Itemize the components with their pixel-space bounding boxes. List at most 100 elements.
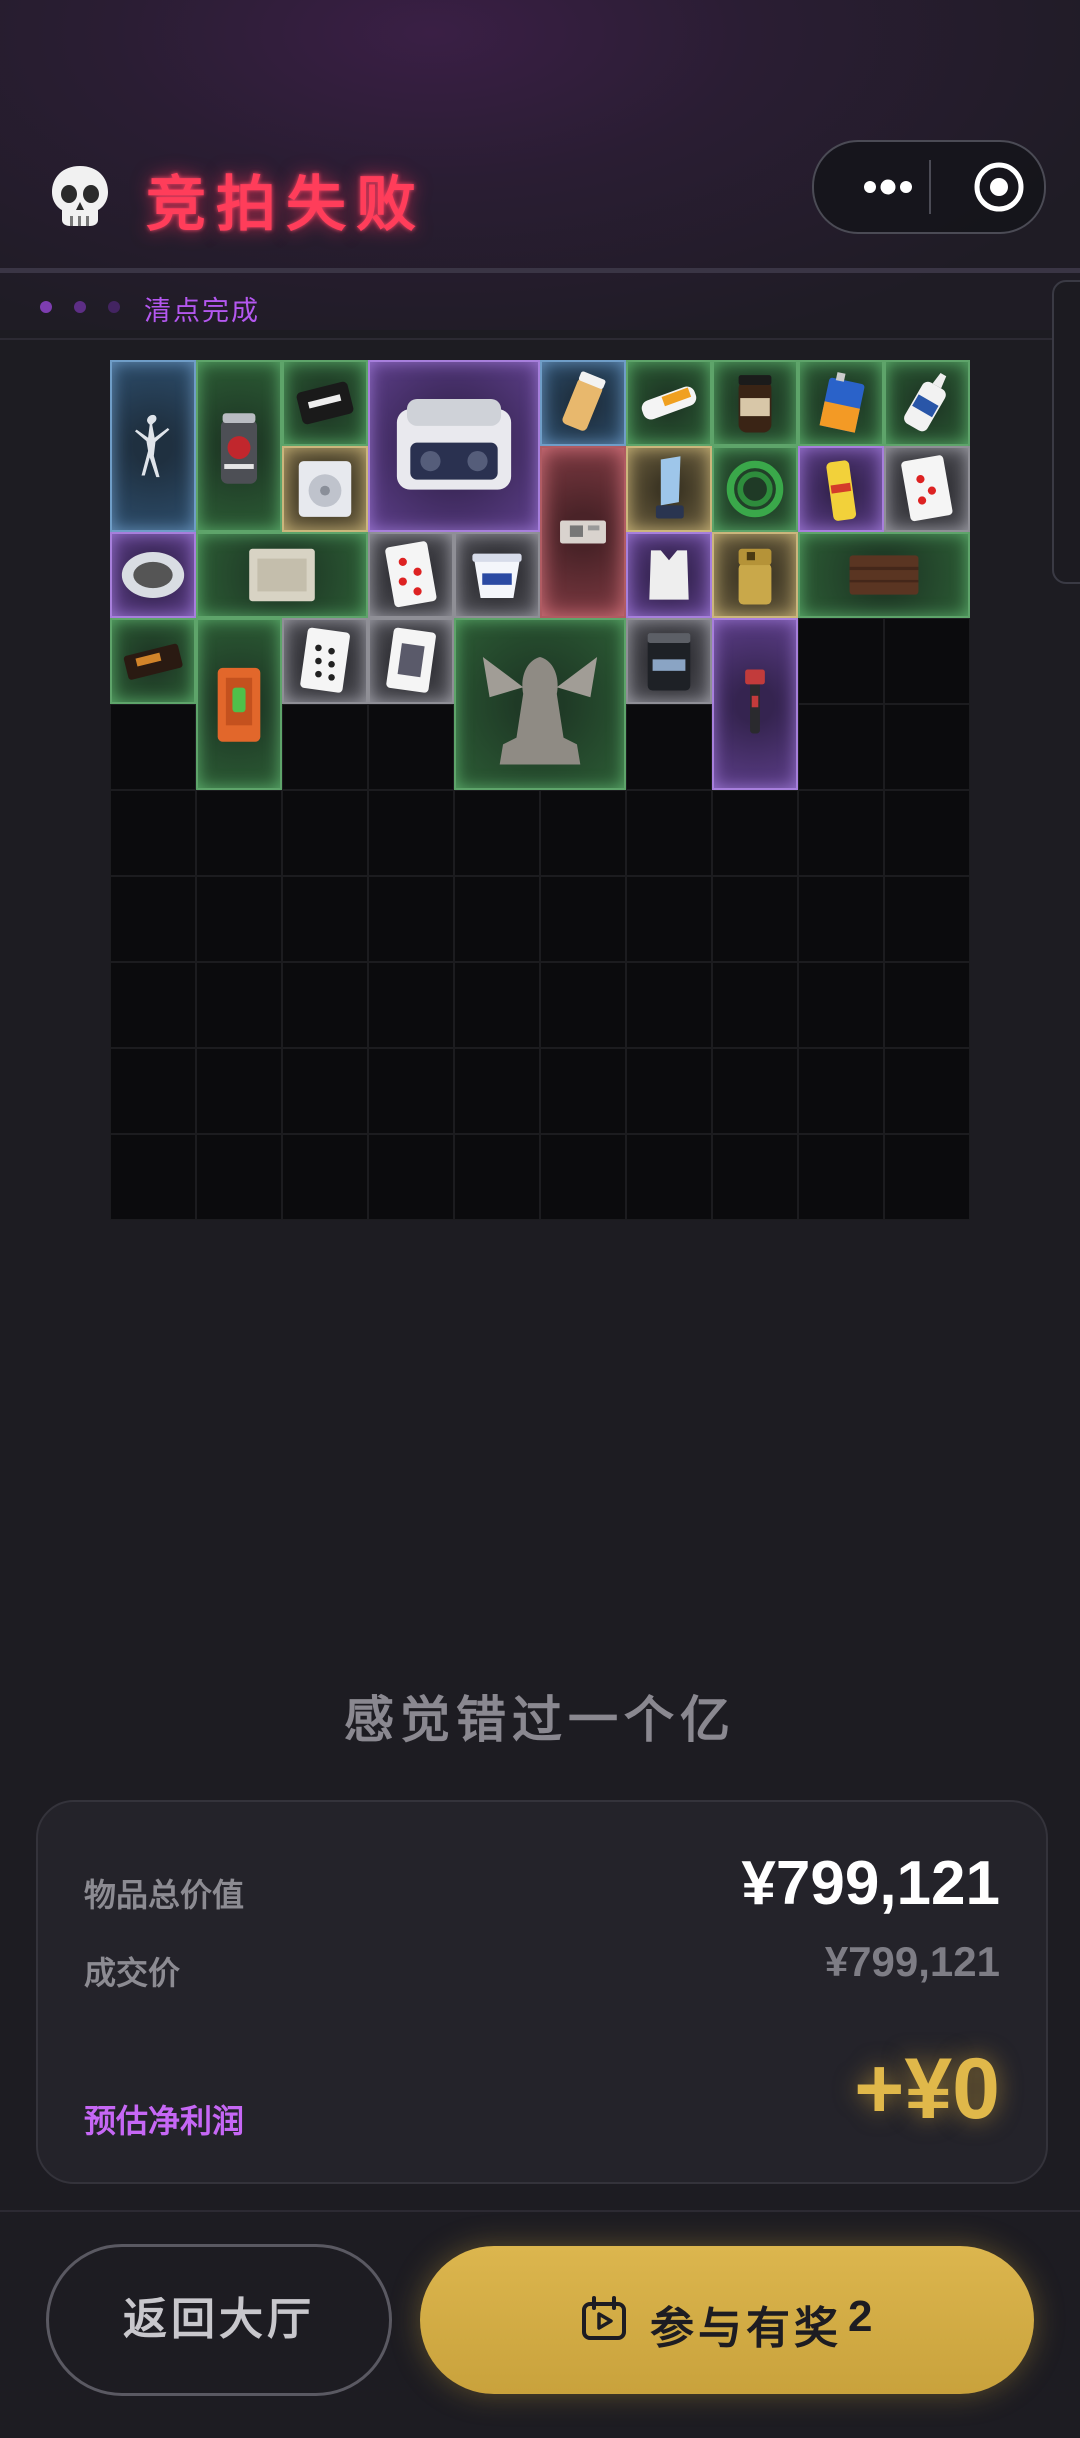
energy-drink-can-icon	[220, 413, 258, 484]
grid-cell	[196, 790, 282, 876]
item-oval-plate[interactable]	[110, 532, 196, 618]
progress-dot	[74, 301, 86, 313]
grid-cell	[884, 790, 970, 876]
grid-cell	[282, 790, 368, 876]
grid-cell	[712, 1048, 798, 1134]
grid-cell	[110, 704, 196, 790]
grid-cell	[626, 876, 712, 962]
header-divider	[0, 268, 1080, 273]
grid-cell	[884, 704, 970, 790]
protein-tub-icon	[647, 633, 691, 691]
grid-cell	[196, 1134, 282, 1220]
item-lighter[interactable]	[712, 532, 798, 618]
power-bank-icon	[641, 386, 697, 420]
back-to-lobby-button[interactable]: 返回大厅	[46, 2244, 392, 2396]
grid-cell	[884, 1048, 970, 1134]
grid-cell	[282, 1048, 368, 1134]
item-pill-bottle[interactable]	[540, 360, 626, 446]
item-cd-drive[interactable]	[282, 446, 368, 532]
item-playing-card-spades[interactable]	[282, 618, 368, 704]
grid-cell	[282, 1134, 368, 1220]
item-lab-machine[interactable]	[368, 360, 540, 532]
grid-cell	[626, 790, 712, 876]
item-playing-card-hearts[interactable]	[884, 446, 970, 532]
grid-cell	[798, 876, 884, 962]
result-subtitle: 感觉错过一个亿	[344, 1691, 736, 1749]
playing-card-spades-icon	[300, 627, 350, 693]
item-orange-device[interactable]	[196, 618, 282, 790]
grid-cell	[196, 876, 282, 962]
item-playing-card-face[interactable]	[368, 618, 454, 704]
item-protein-tub[interactable]	[626, 618, 712, 704]
item-vest[interactable]	[626, 532, 712, 618]
item-yellow-can[interactable]	[798, 446, 884, 532]
vest-icon	[649, 550, 689, 600]
grid-cell	[798, 1134, 884, 1220]
item-circuit-module[interactable]	[540, 446, 626, 618]
footer-divider	[0, 2210, 1080, 2212]
grid-cell	[196, 962, 282, 1048]
item-green-cable[interactable]	[712, 446, 798, 532]
glue-bottle-icon	[904, 372, 947, 432]
deal-price-amount: ¥799,121	[824, 1938, 1000, 1985]
progress-dot	[40, 301, 52, 313]
grid-cell	[368, 876, 454, 962]
grid-cell	[454, 962, 540, 1048]
join-reward-button[interactable]: 参与有奖 2	[420, 2246, 1034, 2394]
grid-cell	[712, 876, 798, 962]
target-close-icon[interactable]	[954, 142, 1044, 232]
grid-cell	[712, 790, 798, 876]
item-ballerina-figurine[interactable]	[110, 360, 196, 532]
grid-cell	[798, 1048, 884, 1134]
capsule-divider	[929, 160, 931, 214]
total-value-label: 物品总价值	[84, 1876, 245, 1914]
ballerina-figurine-icon	[134, 414, 170, 478]
wooden-plank-icon	[849, 555, 919, 595]
lighter-icon	[738, 548, 772, 605]
inventory-grid	[110, 360, 970, 1220]
grid-cell	[540, 1048, 626, 1134]
item-glue-bottle[interactable]	[884, 360, 970, 446]
grid-cell	[540, 1134, 626, 1220]
item-sphinx-statue[interactable]	[454, 618, 626, 790]
item-crystal-trophy[interactable]	[626, 446, 712, 532]
sphinx-statue-icon	[482, 656, 598, 765]
item-chocolate-bar[interactable]	[110, 618, 196, 704]
grid-cell	[368, 790, 454, 876]
item-energy-drink-can[interactable]	[196, 360, 282, 532]
item-old-paper[interactable]	[196, 532, 368, 618]
grid-cell	[798, 790, 884, 876]
item-yogurt-cup[interactable]	[454, 532, 540, 618]
grid-cell	[884, 1134, 970, 1220]
grid-cell	[110, 1048, 196, 1134]
grid-cell	[712, 1134, 798, 1220]
grid-cell	[540, 876, 626, 962]
playing-card-hearts-icon	[901, 455, 953, 522]
item-battery-9v[interactable]	[798, 360, 884, 446]
item-coffee-jar[interactable]	[712, 360, 798, 446]
item-good-luck-card[interactable]	[282, 360, 368, 446]
join-reward-label: 参与有奖	[650, 2303, 842, 2354]
side-drawer-handle[interactable]	[1052, 280, 1080, 584]
grid-cell	[884, 876, 970, 962]
grid-cell	[368, 1048, 454, 1134]
grid-cell	[282, 704, 368, 790]
grid-cell	[884, 962, 970, 1048]
total-value-amount: ¥799,121	[741, 1849, 1000, 1918]
pill-bottle-icon	[562, 371, 606, 431]
grid-cell	[454, 1134, 540, 1220]
grid-cell	[110, 962, 196, 1048]
grid-cell	[110, 876, 196, 962]
item-pipe-wrench[interactable]	[712, 618, 798, 790]
item-playing-card-hearts-2[interactable]	[368, 532, 454, 618]
orange-device-icon	[217, 667, 261, 742]
grid-cell	[368, 962, 454, 1048]
grid-cell	[368, 1134, 454, 1220]
item-wooden-plank[interactable]	[798, 532, 970, 618]
grid-cell	[196, 1048, 282, 1134]
grid-cell	[626, 1048, 712, 1134]
more-dots-icon[interactable]	[842, 142, 934, 232]
chocolate-bar-icon	[123, 643, 183, 680]
item-power-bank[interactable]	[626, 360, 712, 446]
good-luck-card-icon	[296, 381, 354, 425]
